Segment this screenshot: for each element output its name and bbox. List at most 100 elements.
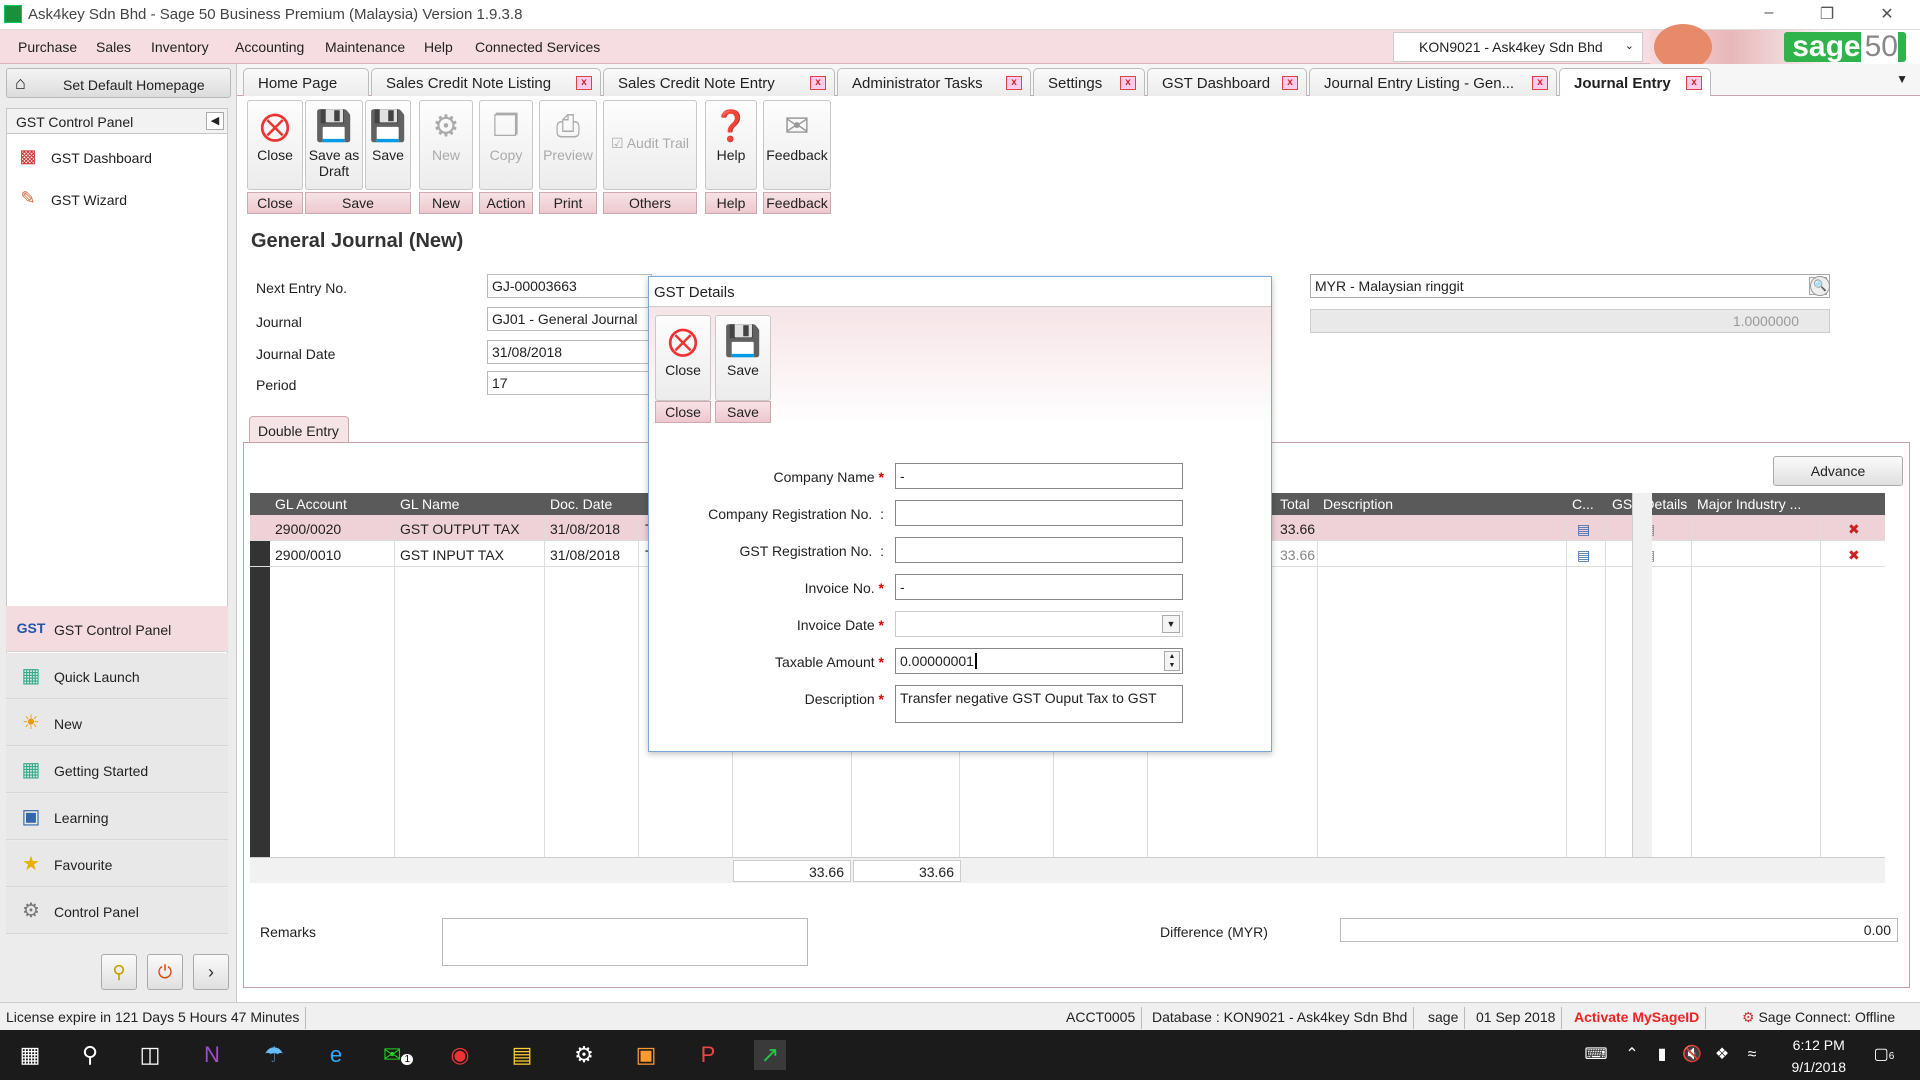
edge-icon[interactable]: e: [320, 1040, 352, 1070]
tab-settings[interactable]: Settings x: [1033, 68, 1145, 96]
close-tab-icon[interactable]: x: [1282, 76, 1298, 90]
activate-mysageid-link[interactable]: Activate MySageID: [1568, 1007, 1707, 1029]
next-entry-field[interactable]: GJ-00003663: [487, 274, 652, 298]
close-tab-icon[interactable]: x: [576, 76, 592, 90]
nav-new[interactable]: ☀ New: [6, 700, 228, 746]
tab-sales-credit-note-entry[interactable]: Sales Credit Note Entry x: [603, 68, 835, 96]
grid-scrollbar[interactable]: [1632, 493, 1652, 883]
tab-double-entry[interactable]: Double Entry: [249, 416, 349, 444]
nav-favourite[interactable]: ★ Favourite: [6, 841, 228, 887]
close-icon[interactable]: ✕: [1872, 4, 1902, 24]
close-button[interactable]: ⨂ Close: [247, 100, 303, 190]
save-as-draft-button[interactable]: 💾 Save as Draft: [305, 100, 363, 190]
settings-icon[interactable]: ⚙: [568, 1040, 600, 1070]
search-icon[interactable]: 🔍: [1810, 276, 1830, 296]
close-tab-icon[interactable]: x: [1686, 76, 1702, 90]
gst-reg-field[interactable]: [895, 537, 1183, 563]
col-major-industry[interactable]: Major Industry ...: [1697, 496, 1801, 512]
sage-taskbar-icon[interactable]: ↗: [754, 1040, 786, 1070]
chevron-up-icon[interactable]: ⌃: [1616, 1040, 1648, 1070]
close-tab-icon[interactable]: x: [1532, 76, 1548, 90]
search-icon[interactable]: ⚲: [74, 1040, 106, 1070]
save-button[interactable]: 💾 Save: [365, 100, 411, 190]
tab-journal-entry-listing[interactable]: Journal Entry Listing - Gen... x: [1309, 68, 1557, 96]
tab-journal-entry[interactable]: Journal Entry x: [1559, 68, 1711, 96]
col-doc-date[interactable]: Doc. Date: [550, 496, 612, 512]
doc-icon[interactable]: ▤: [1577, 547, 1590, 564]
invoice-no-field[interactable]: -: [895, 574, 1183, 600]
color-app-icon[interactable]: ▣: [630, 1040, 662, 1070]
set-default-homepage-button[interactable]: ⌂ Set Default Homepage: [6, 68, 231, 98]
menu-inventory[interactable]: Inventory: [151, 39, 209, 55]
chevron-down-icon[interactable]: ▼: [1162, 615, 1180, 633]
menu-purchase[interactable]: Purchase: [18, 39, 77, 55]
taxable-amount-field[interactable]: 0.00000001 ▲ ▼: [895, 648, 1183, 674]
doc-icon[interactable]: ▤: [1577, 521, 1590, 538]
tab-home-page[interactable]: Home Page: [243, 68, 369, 96]
nav-control-panel[interactable]: ⚙ Control Panel: [6, 888, 228, 934]
close-tab-icon[interactable]: x: [1006, 76, 1022, 90]
delete-row-icon[interactable]: ✖: [1848, 521, 1860, 538]
system-clock[interactable]: 6:12 PM 9/1/2018: [1792, 1034, 1847, 1078]
tab-gst-dashboard[interactable]: GST Dashboard x: [1147, 68, 1307, 96]
currency-select[interactable]: MYR - Malaysian ringgit ▼: [1310, 274, 1830, 298]
tab-overflow-icon[interactable]: ▼: [1896, 72, 1908, 86]
paint-icon[interactable]: ☂: [258, 1040, 290, 1070]
col-total[interactable]: Total: [1280, 496, 1310, 512]
chrome-icon[interactable]: ◉: [444, 1040, 476, 1070]
notification-icon[interactable]: ▢6: [1868, 1040, 1900, 1070]
menu-connected-services[interactable]: Connected Services: [475, 39, 600, 55]
copy-button[interactable]: ❐ Copy: [479, 100, 533, 190]
nav-getting-started[interactable]: ▦ Getting Started: [6, 747, 228, 793]
menu-maintenance[interactable]: Maintenance: [325, 39, 405, 55]
powerpoint-icon[interactable]: P: [692, 1040, 724, 1070]
volume-muted-icon[interactable]: 🔇: [1676, 1040, 1708, 1070]
spinner-icon[interactable]: ▲ ▼: [1164, 651, 1180, 671]
minimize-icon[interactable]: –: [1754, 4, 1784, 22]
nav-learning[interactable]: ▣ Learning: [6, 794, 228, 840]
file-explorer-icon[interactable]: ▤: [506, 1040, 538, 1070]
col-gl-name[interactable]: GL Name: [400, 496, 459, 512]
menu-accounting[interactable]: Accounting: [235, 39, 304, 55]
remarks-field[interactable]: [442, 918, 808, 966]
tab-sales-credit-note-listing[interactable]: Sales Credit Note Listing x: [371, 68, 601, 96]
journal-field[interactable]: GJ01 - General Journal: [487, 307, 652, 331]
task-view-icon[interactable]: ◫: [134, 1040, 166, 1070]
battery-icon[interactable]: ▮: [1646, 1040, 1678, 1070]
menu-help[interactable]: Help: [424, 39, 453, 55]
chevron-right-icon[interactable]: ›: [193, 954, 229, 990]
company-name-field[interactable]: -: [895, 463, 1183, 489]
tree-item-gst-dashboard[interactable]: ▩ GST Dashboard: [15, 146, 151, 166]
close-tab-icon[interactable]: x: [1120, 76, 1136, 90]
restore-icon[interactable]: ❐: [1812, 4, 1842, 24]
exchange-rate-field[interactable]: 1.0000000: [1310, 309, 1830, 333]
journal-date-field[interactable]: 31/08/2018: [487, 340, 652, 364]
dialog-close-button[interactable]: ⨂ Close: [655, 315, 711, 401]
chat-icon[interactable]: ✉ 1: [382, 1040, 414, 1070]
description-field[interactable]: Transfer negative GST Ouput Tax to GST: [895, 685, 1183, 723]
feedback-button[interactable]: ✉ Feedback: [763, 100, 831, 190]
audit-trail-button[interactable]: ☑ Audit Trail: [603, 100, 697, 190]
company-reg-field[interactable]: [895, 500, 1183, 526]
invoice-date-field[interactable]: ▼: [895, 611, 1183, 637]
tab-administrator-tasks[interactable]: Administrator Tasks x: [837, 68, 1031, 96]
col-gl-account[interactable]: GL Account: [275, 496, 347, 512]
key-icon[interactable]: ⚲: [101, 954, 137, 990]
col-c[interactable]: C...: [1572, 496, 1594, 512]
dialog-save-button[interactable]: 💾 Save: [715, 315, 771, 401]
collapse-icon[interactable]: ◀: [206, 112, 224, 130]
close-tab-icon[interactable]: x: [810, 76, 826, 90]
help-button[interactable]: ❓ Help: [705, 100, 757, 190]
preview-button[interactable]: ⎙ Preview: [539, 100, 597, 190]
nav-gst-control-panel[interactable]: GST GST Control Panel: [6, 606, 228, 652]
period-field[interactable]: 17: [487, 371, 652, 395]
col-description[interactable]: Description: [1323, 496, 1393, 512]
tree-item-gst-wizard[interactable]: ✎ GST Wizard: [15, 188, 127, 208]
wifi-icon[interactable]: ≈: [1736, 1040, 1768, 1070]
menu-sales[interactable]: Sales: [96, 39, 131, 55]
windows-start-icon[interactable]: ▦: [14, 1040, 46, 1070]
nav-quick-launch[interactable]: ▦ Quick Launch: [6, 653, 228, 699]
new-button[interactable]: ⚙ New: [419, 100, 473, 190]
keyboard-icon[interactable]: ⌨: [1580, 1040, 1612, 1070]
delete-row-icon[interactable]: ✖: [1848, 547, 1860, 564]
